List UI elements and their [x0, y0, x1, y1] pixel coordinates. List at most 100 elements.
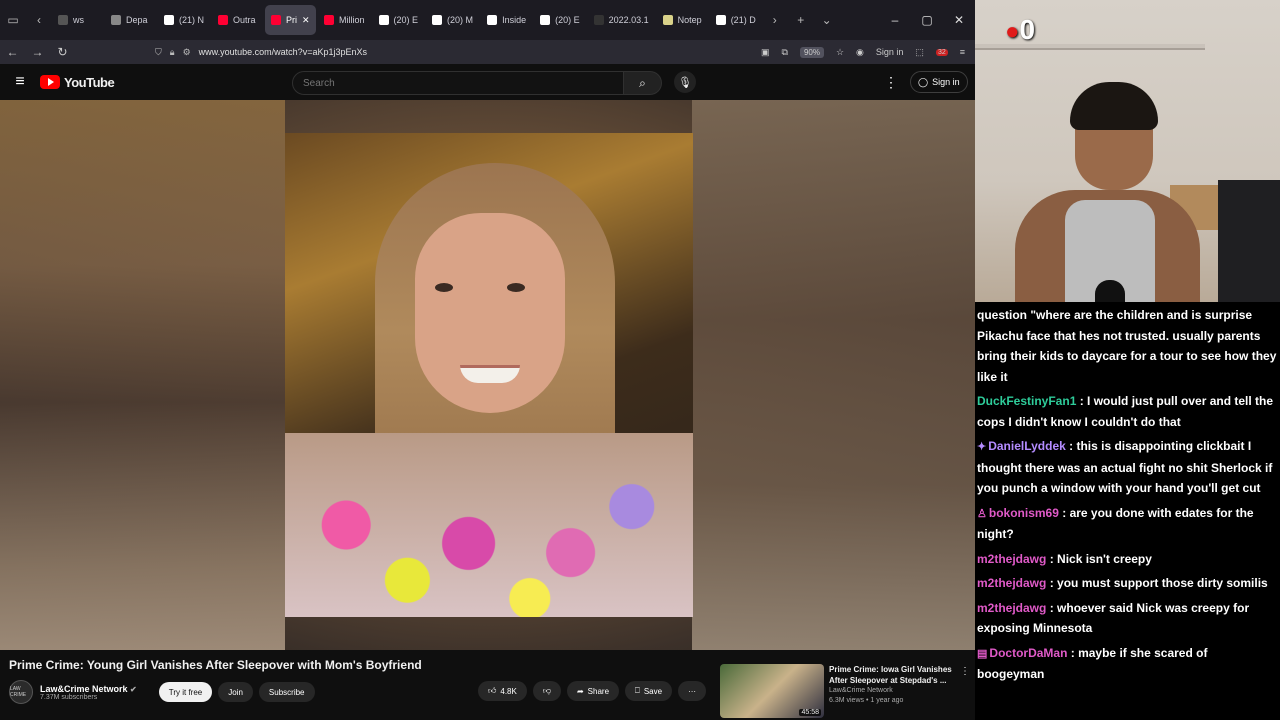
scroll-tabs-left-icon[interactable]: ‹: [26, 0, 52, 40]
browser-tab[interactable]: (21) D: [710, 5, 762, 35]
recommended-channel[interactable]: Law&Crime Network: [829, 686, 964, 696]
zoom-level[interactable]: 90%: [799, 46, 824, 58]
pc-tower: [1218, 180, 1280, 302]
like-button[interactable]: 👍︎ 4.8K: [478, 681, 527, 701]
settings-kebab-icon[interactable]: ⋮: [884, 74, 898, 91]
video-player[interactable]: [0, 100, 975, 650]
bookmark-icon: ⎕: [635, 686, 640, 695]
account-icon[interactable]: ◉: [856, 47, 864, 58]
tab-overview-icon[interactable]: ▭: [0, 0, 26, 40]
counter-figure-icon: ●: [1005, 18, 1020, 45]
browser-tab-bar: ▭ ‹ ws Depa (21) N Outra Pri ✕ Million (20) E (2…: [0, 0, 975, 40]
search-box: ⌕: [292, 71, 662, 95]
photo-smile: [460, 365, 520, 383]
verified-check-icon: ✔: [130, 684, 137, 694]
forward-icon[interactable]: →: [25, 45, 50, 59]
tab-favicon-icon: [324, 15, 335, 25]
scroll-tabs-right-icon[interactable]: ›: [762, 0, 788, 40]
youtube-logo[interactable]: YouTube: [40, 74, 115, 90]
tab-favicon-icon: [540, 15, 551, 25]
url-text[interactable]: www.youtube.com/watch?v=aKp1j3pEnXs: [199, 47, 367, 57]
chat-username[interactable]: m2thejdawg: [977, 601, 1046, 615]
recommended-title[interactable]: Prime Crime: Iowa Girl Vanishes After Sl…: [829, 664, 964, 686]
counter-value: 0: [1019, 14, 1036, 45]
more-actions-button[interactable]: ···: [678, 681, 707, 701]
back-icon[interactable]: ←: [0, 45, 25, 59]
chat-username[interactable]: DuckFestinyFan1: [977, 394, 1076, 408]
minimize-icon[interactable]: –: [879, 13, 911, 27]
chat-username[interactable]: m2thejdawg: [977, 552, 1046, 566]
share-button[interactable]: ➦ Share: [566, 681, 620, 701]
save-button[interactable]: ⎕ Save: [625, 681, 673, 701]
chat-username[interactable]: DoctorDaMan: [989, 646, 1067, 660]
bookmark-star-icon[interactable]: ☆: [836, 47, 844, 58]
recommended-meta: 6.3M views • 1 year ago: [829, 697, 904, 704]
dislike-button[interactable]: 👎︎: [532, 681, 561, 701]
try-it-free-button[interactable]: Try it free: [158, 682, 213, 702]
stream-chat: question "where are the children and is …: [975, 302, 1280, 720]
browser-tab[interactable]: Million: [318, 5, 371, 35]
tab-label: (21) N: [179, 15, 205, 25]
streamer-microphone: [1095, 280, 1125, 302]
browser-tab[interactable]: (20) M: [426, 5, 479, 35]
recommended-video[interactable]: 45:58 Prime Crime: Iowa Girl Vanishes Af…: [720, 664, 972, 718]
reload-icon[interactable]: ↻: [50, 45, 75, 59]
browser-tab[interactable]: (21) N: [158, 5, 210, 35]
chat-username[interactable]: m2thejdawg: [977, 576, 1046, 590]
browser-tab[interactable]: (20) E: [534, 5, 586, 35]
guide-menu-icon[interactable]: ≡: [0, 73, 40, 91]
youtube-logo-text: YouTube: [64, 74, 115, 90]
address-bar[interactable]: ⛉ 🔒︎ ⚙ www.youtube.com/watch?v=aKp1j3pEn…: [155, 47, 761, 58]
search-button[interactable]: ⌕: [624, 71, 662, 95]
chat-username[interactable]: DanielLyddek: [988, 439, 1066, 453]
browser-tab[interactable]: Notep: [657, 5, 708, 35]
chat-username[interactable]: bokonism69: [989, 506, 1059, 520]
shield-icon[interactable]: ⛉: [155, 47, 162, 58]
lock-icon[interactable]: 🔒︎: [170, 47, 175, 58]
extension-badge[interactable]: 32: [935, 48, 948, 56]
tab-list-icon[interactable]: ⌄: [814, 0, 840, 40]
search-input[interactable]: [292, 71, 624, 95]
tab-label: 2022.03.1: [608, 15, 649, 25]
browser-tab[interactable]: (20) E: [373, 5, 425, 35]
browser-tab[interactable]: ws: [52, 5, 103, 35]
tab-favicon-icon: [271, 15, 282, 25]
subscribe-button[interactable]: Subscribe: [258, 682, 315, 702]
recommended-more-icon[interactable]: ⋮: [960, 666, 970, 677]
channel-name[interactable]: Law&Crime Network ✔: [40, 684, 137, 694]
window-controls: – ▢ ✕: [879, 13, 975, 27]
permissions-icon[interactable]: ⚙: [183, 47, 191, 58]
browser-tab[interactable]: Outra: [212, 5, 263, 35]
tab-favicon-icon: [593, 15, 604, 25]
share-arrow-icon: ➦: [576, 686, 584, 696]
recommended-thumbnail[interactable]: 45:58: [720, 664, 824, 718]
maximize-icon[interactable]: ▢: [911, 13, 943, 27]
youtube-sign-in-button[interactable]: ◯ Sign in: [910, 71, 968, 93]
photo-eye-left: [435, 283, 453, 292]
join-button[interactable]: Join: [218, 682, 253, 702]
browser-tab[interactable]: 2022.03.1: [588, 5, 655, 35]
close-window-icon[interactable]: ✕: [943, 13, 975, 27]
youtube-play-icon: [40, 75, 60, 89]
voice-search-button[interactable]: 🎙︎: [674, 71, 696, 93]
chat-message: m2thejdawg : whoever said Nick was creep…: [977, 598, 1278, 639]
menu-icon[interactable]: ≡: [960, 47, 965, 57]
tab-label: Pri: [286, 15, 298, 25]
browser-tab[interactable]: Pri ✕: [265, 5, 317, 35]
channel-info: Law&Crime Network ✔ 7.37M subscribers: [40, 684, 137, 701]
webcam-feed: ●0: [975, 0, 1280, 302]
screenshot-icon[interactable]: ⧉: [782, 47, 788, 58]
youtube-sign-in-label: Sign in: [932, 77, 960, 87]
tab-label: (21) D: [730, 15, 756, 25]
channel-avatar[interactable]: LAW CRIME: [9, 680, 33, 704]
tab-label: (20) E: [555, 15, 580, 25]
close-tab-icon[interactable]: ✕: [302, 15, 310, 26]
screen: ▭ ‹ ws Depa (21) N Outra Pri ✕ Million (20) E (2…: [0, 0, 1280, 720]
new-tab-icon[interactable]: +: [788, 0, 814, 40]
reader-view-icon[interactable]: ▣: [761, 47, 770, 58]
browser-sign-in[interactable]: Sign in: [876, 47, 904, 57]
browser-tab[interactable]: Depa: [105, 5, 156, 35]
blurred-background-left: [0, 100, 285, 650]
extensions-icon[interactable]: ⬚: [915, 47, 924, 58]
browser-tab[interactable]: Inside: [481, 5, 532, 35]
